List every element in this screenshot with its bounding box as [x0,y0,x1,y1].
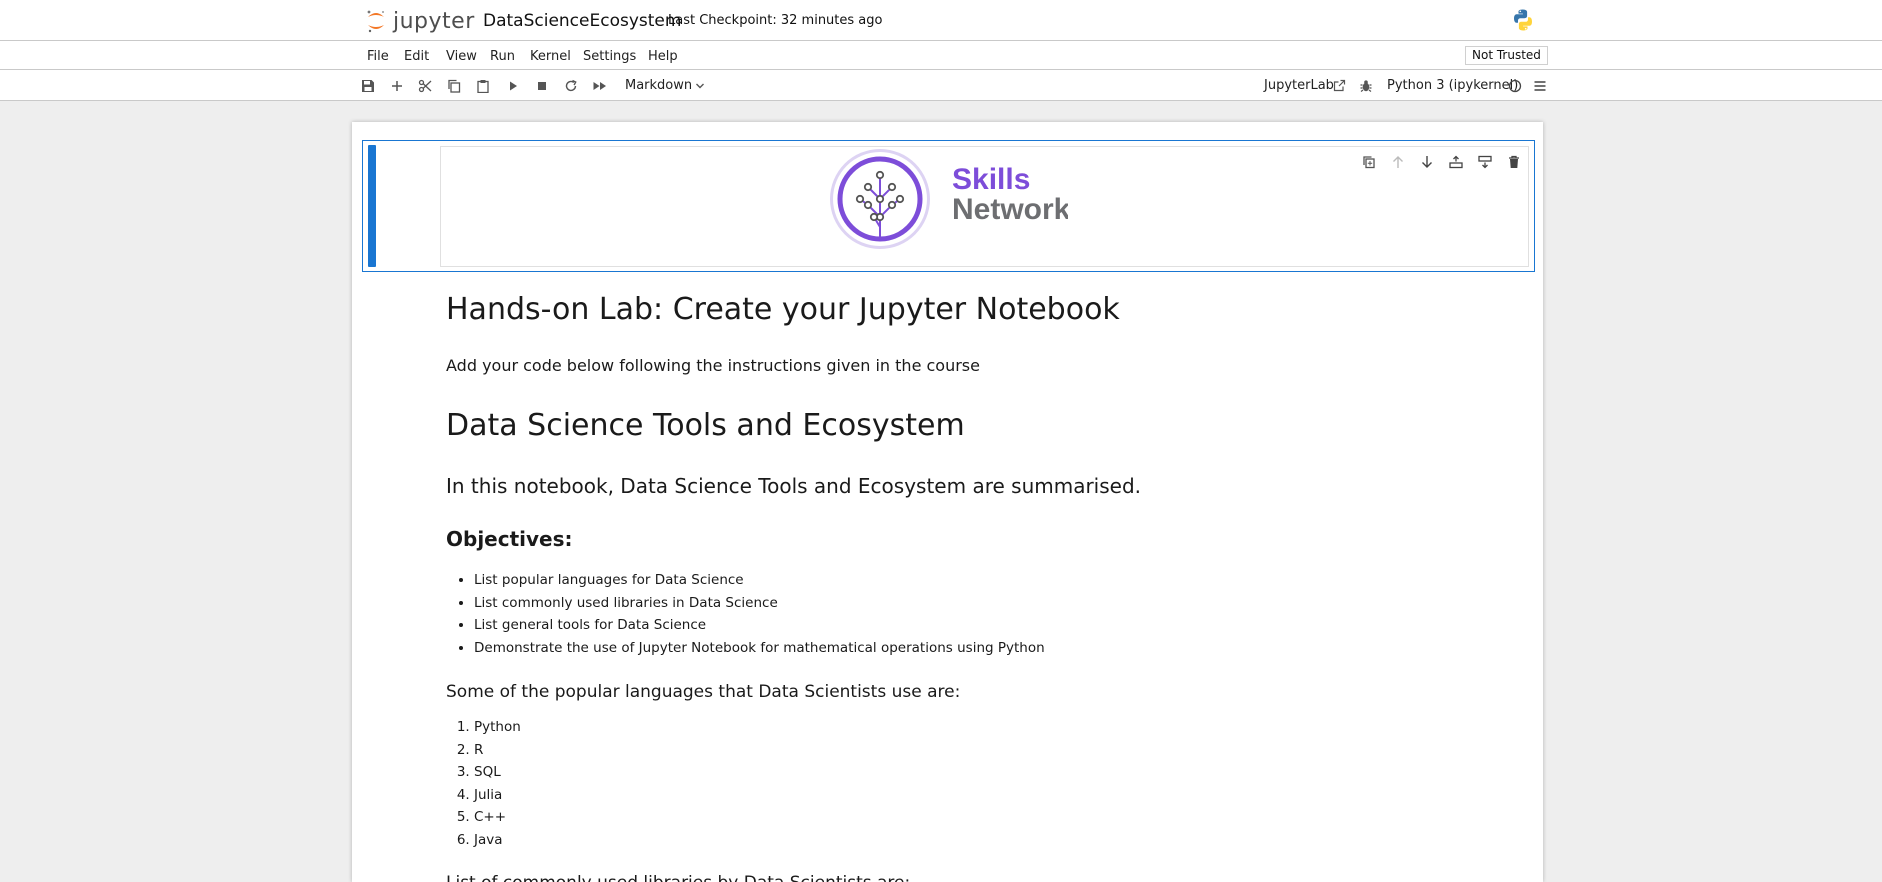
list-item: R [474,739,521,762]
list-item: Python [474,716,521,739]
insert-above-icon [1449,155,1463,169]
plus-icon [392,81,402,91]
interrupt-kernel-button[interactable] [532,76,552,96]
summary-heading: In this notebook, Data Science Tools and… [446,474,1142,498]
move-cell-up-button[interactable] [1389,153,1407,171]
play-icon [510,81,517,91]
python-kernel-icon [1514,9,1532,31]
debugger-button[interactable] [1356,76,1376,96]
duplicate-cell-button[interactable] [1360,153,1378,171]
external-link-icon [1333,79,1346,92]
cut-button[interactable] [415,76,435,96]
insert-cell-above-button[interactable] [1447,153,1465,171]
jupyter-icon [367,10,384,33]
list-item: List popular languages for Data Science [474,569,1045,592]
trust-status-button[interactable]: Not Trusted [1465,46,1548,65]
menu-kernel[interactable]: Kernel [530,49,571,64]
restart-icon [565,79,577,92]
list-item: SQL [474,761,521,784]
list-item: Java [474,829,521,852]
duplicate-icon [1363,156,1375,169]
checkpoint-status: Last Checkpoint: 32 minutes ago [668,13,883,28]
menu-run[interactable]: Run [490,49,515,64]
intro-text: Add your code below following the instru… [446,356,980,375]
notebook-panel: Skills Network Hands-on Lab: Create your… [352,122,1543,882]
notebook-heading: Hands-on Lab: Create your Jupyter Notebo… [446,292,1120,327]
logo-brand-line1: Skills [952,163,1030,196]
menu-settings[interactable]: Settings [583,49,636,64]
notebook-toolbar: Markdown JupyterLab Python 3 (ipykernel) [0,70,1882,101]
languages-heading: Some of the popular languages that Data … [446,682,961,702]
insert-below-icon [1478,155,1492,169]
logo-brand-line2: Network [952,193,1068,226]
kernel-name[interactable]: Python 3 (ipykernel) [1387,78,1518,93]
bug-icon [1360,80,1372,92]
run-cell-button[interactable] [503,76,523,96]
section-heading: Data Science Tools and Ecosystem [446,408,965,443]
list-item: List general tools for Data Science [474,614,1045,637]
run-all-button[interactable] [590,76,610,96]
notebook-title[interactable]: DataScienceEcosystem [483,11,681,31]
libraries-heading: List of commonly used libraries by Data … [446,873,910,882]
menu-edit[interactable]: Edit [404,49,429,64]
jupyter-wordmark: jupyter [393,8,475,34]
copy-button[interactable] [444,76,464,96]
menu-toggle-button[interactable] [1530,76,1550,96]
jupyter-logo[interactable]: jupyter [365,4,475,38]
list-item: Julia [474,784,521,807]
list-item: Demonstrate the use of Jupyter Notebook … [474,637,1045,660]
trash-icon [1509,155,1519,168]
menu-view[interactable]: View [446,49,477,64]
list-item: C++ [474,806,521,829]
languages-list: Python R SQL Julia C++ Java [474,716,521,851]
top-bar: jupyter DataScienceEcosystem Last Checkp… [0,0,1882,41]
copy-icon [448,79,461,93]
scissors-icon [418,79,432,93]
objectives-list: List popular languages for Data Science … [474,569,1045,659]
open-jupyterlab-link[interactable]: JupyterLab [1264,78,1334,93]
delete-cell-button[interactable] [1505,153,1523,171]
save-button[interactable] [358,76,378,96]
menu-help[interactable]: Help [648,49,678,64]
move-cell-down-button[interactable] [1418,153,1436,171]
paste-icon [477,80,489,93]
hamburger-icon [1534,81,1546,91]
menu-file[interactable]: File [367,49,389,64]
cell-type-select[interactable]: Markdown [625,78,692,93]
paste-button[interactable] [473,76,493,96]
insert-cell-below-button[interactable] [1476,153,1494,171]
fast-forward-icon [593,82,606,90]
arrow-down-icon [1422,156,1432,168]
restart-kernel-button[interactable] [561,76,581,96]
cell-collapser[interactable] [368,145,376,267]
skills-network-logo: Skills Network [830,149,1068,249]
insert-cell-button[interactable] [387,76,407,96]
kernel-status-idle-icon [1508,79,1522,93]
chevron-down-icon[interactable] [695,82,705,90]
list-item: List commonly used libraries in Data Sci… [474,592,1045,615]
active-markdown-cell[interactable]: Skills Network [362,140,1535,272]
save-icon [362,80,374,92]
arrow-up-icon [1393,156,1403,168]
menu-bar: File Edit View Run Kernel Settings Help … [0,41,1882,70]
stop-icon [538,82,546,90]
objectives-heading: Objectives: [446,527,573,551]
